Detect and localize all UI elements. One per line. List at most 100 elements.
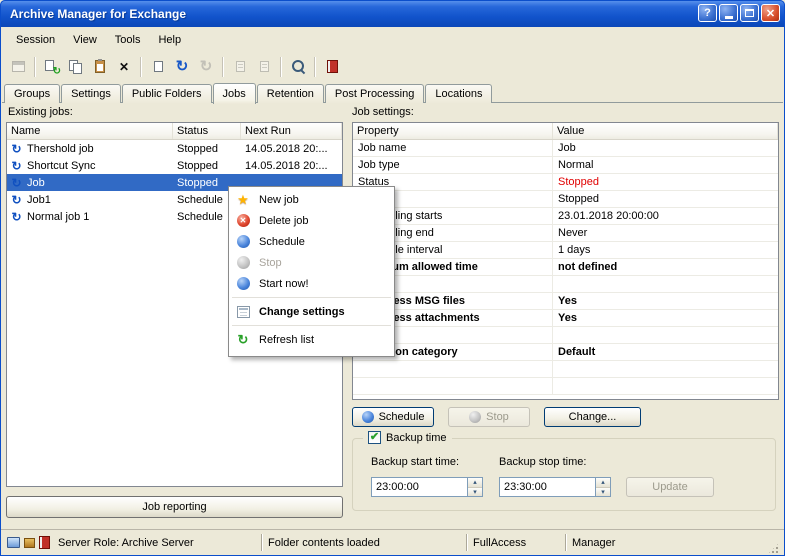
context-menu-separator: [232, 297, 391, 298]
context-item-delete-job[interactable]: ✕ Delete job: [229, 210, 394, 231]
property-row[interactable]: Status Stopped: [353, 174, 778, 191]
context-item-stop[interactable]: Stop: [229, 252, 394, 273]
resize-grip[interactable]: [767, 542, 780, 555]
property-value: Yes: [553, 293, 778, 309]
backup-stop-up-button[interactable]: ▴: [596, 478, 610, 488]
property-value-status: Stopped: [553, 174, 778, 190]
clipboard-icon: [95, 60, 105, 73]
schedule-button[interactable]: Schedule: [352, 407, 434, 427]
notes-icon[interactable]: [229, 56, 251, 78]
backup-time-label: Backup time: [386, 432, 447, 444]
update-button[interactable]: Update: [626, 477, 714, 497]
toolbar-separator: [222, 57, 224, 77]
menu-help[interactable]: Help: [149, 30, 190, 50]
job-settings-label: Job settings:: [352, 106, 414, 118]
job-icon: ↻: [10, 143, 23, 155]
paste-icon[interactable]: [89, 56, 111, 78]
window-controls: ? ✕: [698, 4, 780, 22]
maximize-button[interactable]: [740, 4, 759, 22]
existing-jobs-label: Existing jobs:: [8, 106, 73, 118]
job-row[interactable]: ↻Thershold job Stopped 14.05.2018 20:...: [7, 140, 342, 157]
close-button[interactable]: ✕: [761, 4, 780, 22]
schedule-globe-icon: [235, 235, 251, 248]
status-icons: [5, 536, 54, 549]
context-item-start-now[interactable]: Start now!: [229, 273, 394, 294]
search-icon[interactable]: [287, 56, 309, 78]
tab-groups[interactable]: Groups: [4, 84, 60, 103]
refresh-blue-icon[interactable]: ↻: [171, 56, 193, 78]
backup-stop-time-value[interactable]: 23:30:00: [500, 478, 595, 496]
property-value: Job: [553, 140, 778, 156]
menu-view[interactable]: View: [64, 30, 106, 50]
tab-jobs[interactable]: Jobs: [213, 83, 256, 104]
property-row[interactable]: Job type Normal: [353, 157, 778, 174]
property-row[interactable]: Compress attachments Yes: [353, 310, 778, 327]
minimize-button[interactable]: [719, 4, 738, 22]
tab-locations[interactable]: Locations: [425, 84, 492, 103]
column-header-property[interactable]: Property: [353, 123, 553, 139]
property-row[interactable]: Scheduling starts 23.01.2018 20:00:00: [353, 208, 778, 225]
context-item-change-settings[interactable]: Change settings: [229, 301, 394, 322]
backup-stop-label: Backup stop time:: [499, 456, 586, 468]
red-book-icon: [327, 60, 338, 73]
blank-page-icon: [154, 61, 163, 72]
tab-public-folders[interactable]: Public Folders: [122, 84, 212, 103]
delete-icon: ✕: [235, 214, 251, 227]
job-row[interactable]: ↻Shortcut Sync Stopped 14.05.2018 20:...: [7, 157, 342, 174]
export-refresh-icon[interactable]: [41, 56, 63, 78]
property-row[interactable]: Schedule interval 1 days: [353, 242, 778, 259]
context-item-label: Change settings: [259, 306, 345, 318]
property-value: Default: [553, 344, 778, 360]
backup-start-time-value[interactable]: 23:00:00: [372, 478, 467, 496]
tab-settings[interactable]: Settings: [61, 84, 121, 103]
tab-post-processing[interactable]: Post Processing: [325, 84, 424, 103]
menu-session[interactable]: Session: [7, 30, 64, 50]
delete-icon[interactable]: ✕: [113, 56, 135, 78]
context-item-new-job[interactable]: ★ New job: [229, 189, 394, 210]
stop-globe-icon: [469, 411, 481, 423]
help-button[interactable]: ?: [698, 4, 717, 22]
property-row[interactable]: Maximum allowed time not defined: [353, 259, 778, 276]
tab-retention[interactable]: Retention: [257, 84, 324, 103]
status-server-role: Server Role: Archive Server: [54, 530, 259, 555]
property-row[interactable]: Scheduling end Never: [353, 225, 778, 242]
jobs-table-header: Name Status Next Run: [7, 123, 342, 140]
context-item-refresh-list[interactable]: ↻ Refresh list: [229, 329, 394, 350]
column-header-name[interactable]: Name: [7, 123, 173, 139]
property-value: Yes: [553, 310, 778, 326]
menu-bar: Session View Tools Help: [1, 27, 784, 52]
backup-start-time-input[interactable]: 23:00:00 ▴ ▾: [371, 477, 483, 497]
backup-start-up-button[interactable]: ▴: [468, 478, 482, 488]
property-row[interactable]: Retention category Default: [353, 344, 778, 361]
property-row[interactable]: Compress MSG files Yes: [353, 293, 778, 310]
property-row[interactable]: Stopped: [353, 191, 778, 208]
column-header-status[interactable]: Status: [173, 123, 241, 139]
column-header-value[interactable]: Value: [553, 123, 778, 139]
new-document-icon[interactable]: [147, 56, 169, 78]
status-separator: [565, 534, 566, 551]
backup-time-group: ✔ Backup time Backup start time: Backup …: [352, 438, 776, 511]
logbook-icon[interactable]: [321, 56, 343, 78]
sync-gray-icon: ↻: [200, 59, 213, 74]
change-button[interactable]: Change...: [544, 407, 641, 427]
tab-strip: Groups Settings Public Folders Jobs Rete…: [4, 83, 493, 103]
backup-time-checkbox[interactable]: ✔: [368, 431, 381, 444]
menu-tools[interactable]: Tools: [106, 30, 150, 50]
annotate-icon[interactable]: [253, 56, 275, 78]
job-next-run: 14.05.2018 20:...: [241, 160, 342, 172]
backup-stop-time-input[interactable]: 23:30:00 ▴ ▾: [499, 477, 611, 497]
property-row[interactable]: Job name Job: [353, 140, 778, 157]
column-header-next-run[interactable]: Next Run: [241, 123, 342, 139]
property-row-empty: [353, 361, 778, 378]
backup-stop-down-button[interactable]: ▾: [596, 488, 610, 497]
stop-button-label: Stop: [486, 411, 509, 423]
context-item-schedule[interactable]: Schedule: [229, 231, 394, 252]
properties-icon[interactable]: [7, 56, 29, 78]
title-bar[interactable]: Archive Manager for Exchange ? ✕: [0, 0, 785, 27]
refresh-disabled-icon[interactable]: ↻: [195, 56, 217, 78]
backup-start-down-button[interactable]: ▾: [468, 488, 482, 497]
job-reporting-button[interactable]: Job reporting: [6, 496, 343, 518]
sync-icon: ↻: [176, 59, 189, 74]
copy-icon[interactable]: [65, 56, 87, 78]
stop-button[interactable]: Stop: [448, 407, 530, 427]
